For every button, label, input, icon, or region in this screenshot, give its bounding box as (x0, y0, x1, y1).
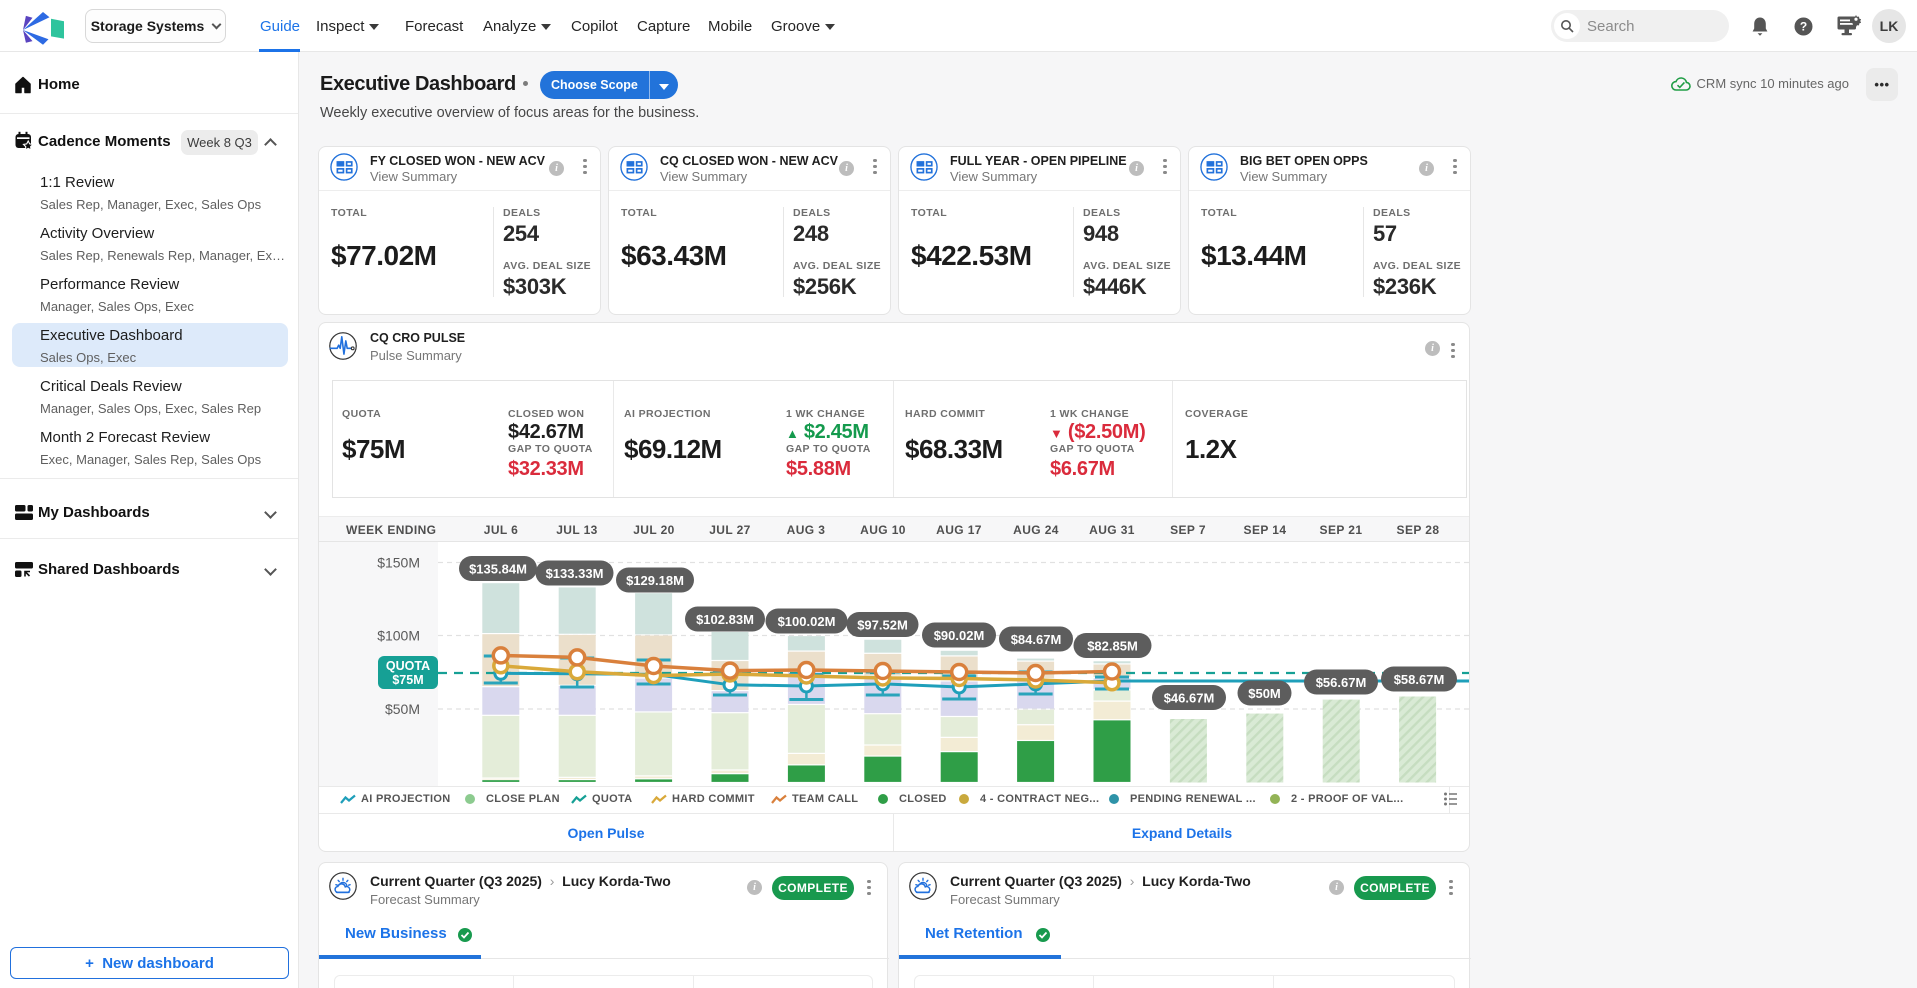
svg-text:$102.83M: $102.83M (696, 612, 754, 627)
svg-text:$50M: $50M (1248, 686, 1281, 701)
svg-text:$58.67M: $58.67M (1394, 672, 1445, 687)
svg-text:$75M: $75M (392, 673, 423, 687)
svg-text:$90.02M: $90.02M (934, 628, 985, 643)
svg-text:$100M: $100M (377, 628, 420, 644)
svg-text:$46.67M: $46.67M (1164, 691, 1215, 706)
svg-text:$84.67M: $84.67M (1011, 632, 1062, 647)
svg-text:$56.67M: $56.67M (1316, 675, 1367, 690)
svg-text:?: ? (1800, 20, 1807, 34)
svg-text:$135.84M: $135.84M (469, 562, 527, 577)
svg-text:$82.85M: $82.85M (1087, 639, 1138, 654)
svg-text:$133.33M: $133.33M (546, 566, 604, 581)
svg-text:$150M: $150M (377, 555, 420, 571)
svg-text:$97.52M: $97.52M (857, 618, 908, 633)
svg-text:$100.02M: $100.02M (778, 614, 836, 629)
svg-text:QUOTA: QUOTA (386, 659, 430, 673)
svg-text:$129.18M: $129.18M (626, 573, 684, 588)
svg-text:$50M: $50M (385, 701, 420, 717)
